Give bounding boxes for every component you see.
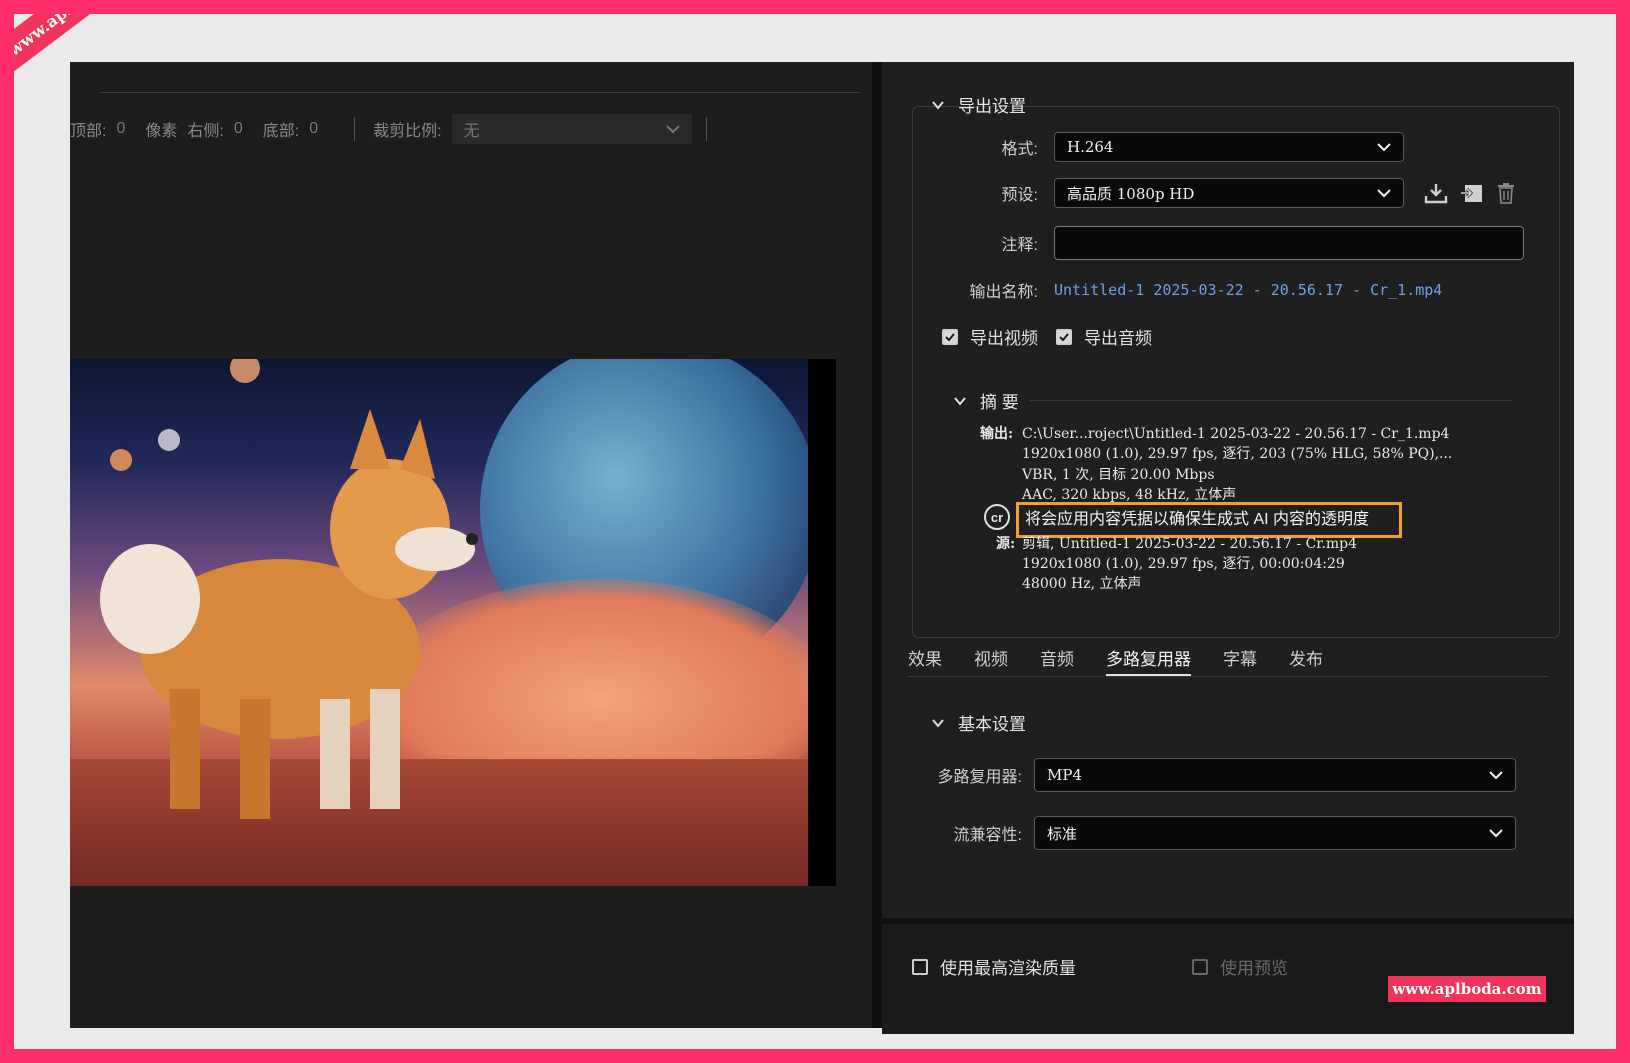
format-dropdown[interactable]: H.264 — [1054, 132, 1404, 162]
toolbar-separator — [705, 117, 707, 141]
crop-toolbar: 顶部: 0 像素 右侧: 0 底部: 0 裁剪比例: 无 — [70, 112, 725, 146]
summary-source-label: 源: — [996, 536, 1016, 552]
stream-compat-value: 标准 — [1047, 824, 1078, 843]
use-preview-checkbox[interactable] — [1192, 958, 1208, 975]
preset-label: 预设: — [1001, 187, 1038, 204]
content-credentials-icon: cr — [984, 504, 1010, 530]
max-quality-row: 使用最高渲染质量 — [912, 954, 1076, 979]
export-audio-label: 导出音频 — [1084, 329, 1152, 348]
dog-illustration — [100, 409, 478, 819]
preset-value: 高品质 1080p HD — [1067, 184, 1195, 203]
tab-publish[interactable]: 发布 — [1289, 646, 1323, 676]
screenshot-frame: www.aplboda.com 顶部: 0 像素 右侧: 0 底部: 0 裁剪比… — [14, 14, 1616, 1049]
comment-row: 注释: — [942, 226, 1524, 260]
chevron-down-icon — [665, 125, 680, 134]
save-preset-icon[interactable] — [1424, 182, 1448, 204]
trash-icon[interactable] — [1496, 182, 1516, 204]
max-quality-label: 使用最高渲染质量 — [940, 959, 1076, 978]
export-settings-title: 导出设置 — [958, 97, 1026, 116]
summary-title: 摘 要 — [980, 393, 1019, 412]
summary-output-line: C:\User...roject\Untitled-1 2025-03-22 -… — [1022, 426, 1450, 442]
crop-bottom-label: 底部: — [262, 123, 300, 140]
use-preview-row: 使用预览 — [1192, 954, 1288, 979]
export-window: 顶部: 0 像素 右侧: 0 底部: 0 裁剪比例: 无 导出设置 格式: H.… — [70, 62, 1574, 1034]
basic-settings-header[interactable]: 基本设置 — [932, 710, 1026, 735]
max-quality-checkbox[interactable] — [912, 958, 928, 975]
crop-ratio-label: 裁剪比例: — [373, 123, 442, 140]
summary-output-line: 1920x1080 (1.0), 29.97 fps, 逐行, 203 (75%… — [1022, 446, 1453, 462]
multiplexer-row: 多路复用器: MP4 — [922, 758, 1516, 792]
output-name-link[interactable]: Untitled-1 2025-03-22 - 20.56.17 - Cr_1.… — [1054, 281, 1442, 299]
comment-label: 注释: — [1001, 237, 1038, 254]
crop-right-label: 右侧: — [187, 123, 224, 140]
panel-divider-line — [100, 92, 860, 93]
multiplexer-value: MP4 — [1047, 766, 1082, 784]
preset-row: 预设: 高品质 1080p HD — [942, 178, 1516, 208]
export-settings-panel: 导出设置 格式: H.264 预设: 高品质 1080p HD 注释: 输出名称… — [882, 62, 1574, 1034]
crop-ratio-value: 无 — [463, 123, 480, 140]
chevron-down-icon — [1377, 189, 1391, 198]
use-preview-label: 使用预览 — [1220, 959, 1288, 978]
tab-audio[interactable]: 音频 — [1040, 646, 1074, 676]
summary-source-line: 剪辑, Untitled-1 2025-03-22 - 20.56.17 - C… — [1022, 536, 1358, 552]
crop-bottom-value[interactable]: 0 — [309, 120, 318, 138]
watermark-bottom: www.aplboda.com — [1388, 976, 1546, 1002]
output-name-row: 输出名称: Untitled-1 2025-03-22 - 20.56.17 -… — [942, 278, 1443, 302]
preset-dropdown[interactable]: 高品质 1080p HD — [1054, 178, 1404, 208]
moon-shape — [230, 359, 260, 383]
chevron-down-icon — [1489, 771, 1503, 780]
multiplexer-dropdown[interactable]: MP4 — [1034, 758, 1516, 792]
crop-right-value[interactable]: 0 — [234, 120, 243, 138]
content-credentials-notice: 将会应用内容凭据以确保生成式 AI 内容的透明度 — [1016, 502, 1402, 538]
chevron-down-icon — [1489, 829, 1503, 838]
chevron-down-icon — [954, 396, 966, 406]
stream-compat-dropdown[interactable]: 标准 — [1034, 816, 1516, 850]
chevron-down-icon — [932, 100, 944, 110]
output-name-label: 输出名称: — [969, 284, 1038, 301]
video-preview-image — [70, 359, 836, 886]
summary-source-line: 48000 Hz, 立体声 — [1022, 576, 1142, 592]
export-video-label: 导出视频 — [970, 329, 1038, 348]
stream-compat-label: 流兼容性: — [953, 827, 1022, 844]
tab-multiplexer[interactable]: 多路复用器 — [1106, 646, 1191, 676]
checkmark-icon — [1059, 332, 1069, 341]
chevron-down-icon — [1377, 143, 1391, 152]
summary-source-line: 1920x1080 (1.0), 29.97 fps, 逐行, 00:00:04… — [1022, 556, 1345, 572]
crop-pixel-label: 像素 — [145, 123, 178, 140]
import-preset-icon[interactable] — [1460, 182, 1484, 204]
comment-input[interactable] — [1054, 226, 1524, 260]
tab-video[interactable]: 视频 — [974, 646, 1008, 676]
settings-tabs: 效果 视频 音频 多路复用器 字幕 发布 — [908, 646, 1548, 677]
crop-ratio-dropdown[interactable]: 无 — [451, 114, 692, 144]
summary-output-line: VBR, 1 次, 目标 20.00 Mbps — [1022, 467, 1215, 483]
checkmark-icon — [945, 332, 955, 341]
toolbar-separator — [354, 117, 356, 141]
multiplexer-label: 多路复用器: — [937, 769, 1022, 786]
preview-panel: 顶部: 0 像素 右侧: 0 底部: 0 裁剪比例: 无 — [70, 62, 872, 1028]
basic-settings-title: 基本设置 — [958, 715, 1026, 734]
export-settings-header[interactable]: 导出设置 — [932, 92, 1026, 117]
crop-top-label: 顶部: — [70, 123, 107, 140]
format-row: 格式: H.264 — [942, 132, 1404, 162]
tab-effects[interactable]: 效果 — [908, 646, 942, 676]
summary-header[interactable]: 摘 要 — [954, 388, 1019, 413]
format-label: 格式: — [1001, 141, 1038, 158]
export-toggles-row: 导出视频 导出音频 — [942, 324, 1152, 349]
format-value: H.264 — [1067, 138, 1114, 156]
letterbox-bar — [808, 359, 836, 886]
chevron-down-icon — [932, 718, 944, 728]
stream-compat-row: 流兼容性: 标准 — [922, 816, 1516, 850]
panel-splitter[interactable] — [872, 62, 882, 1028]
crop-top-value[interactable]: 0 — [116, 120, 125, 138]
summary-rule — [1030, 400, 1512, 401]
export-video-checkbox[interactable] — [942, 328, 958, 345]
tab-captions[interactable]: 字幕 — [1223, 646, 1257, 676]
export-audio-checkbox[interactable] — [1056, 328, 1072, 345]
summary-output-label: 输出: — [980, 426, 1014, 442]
